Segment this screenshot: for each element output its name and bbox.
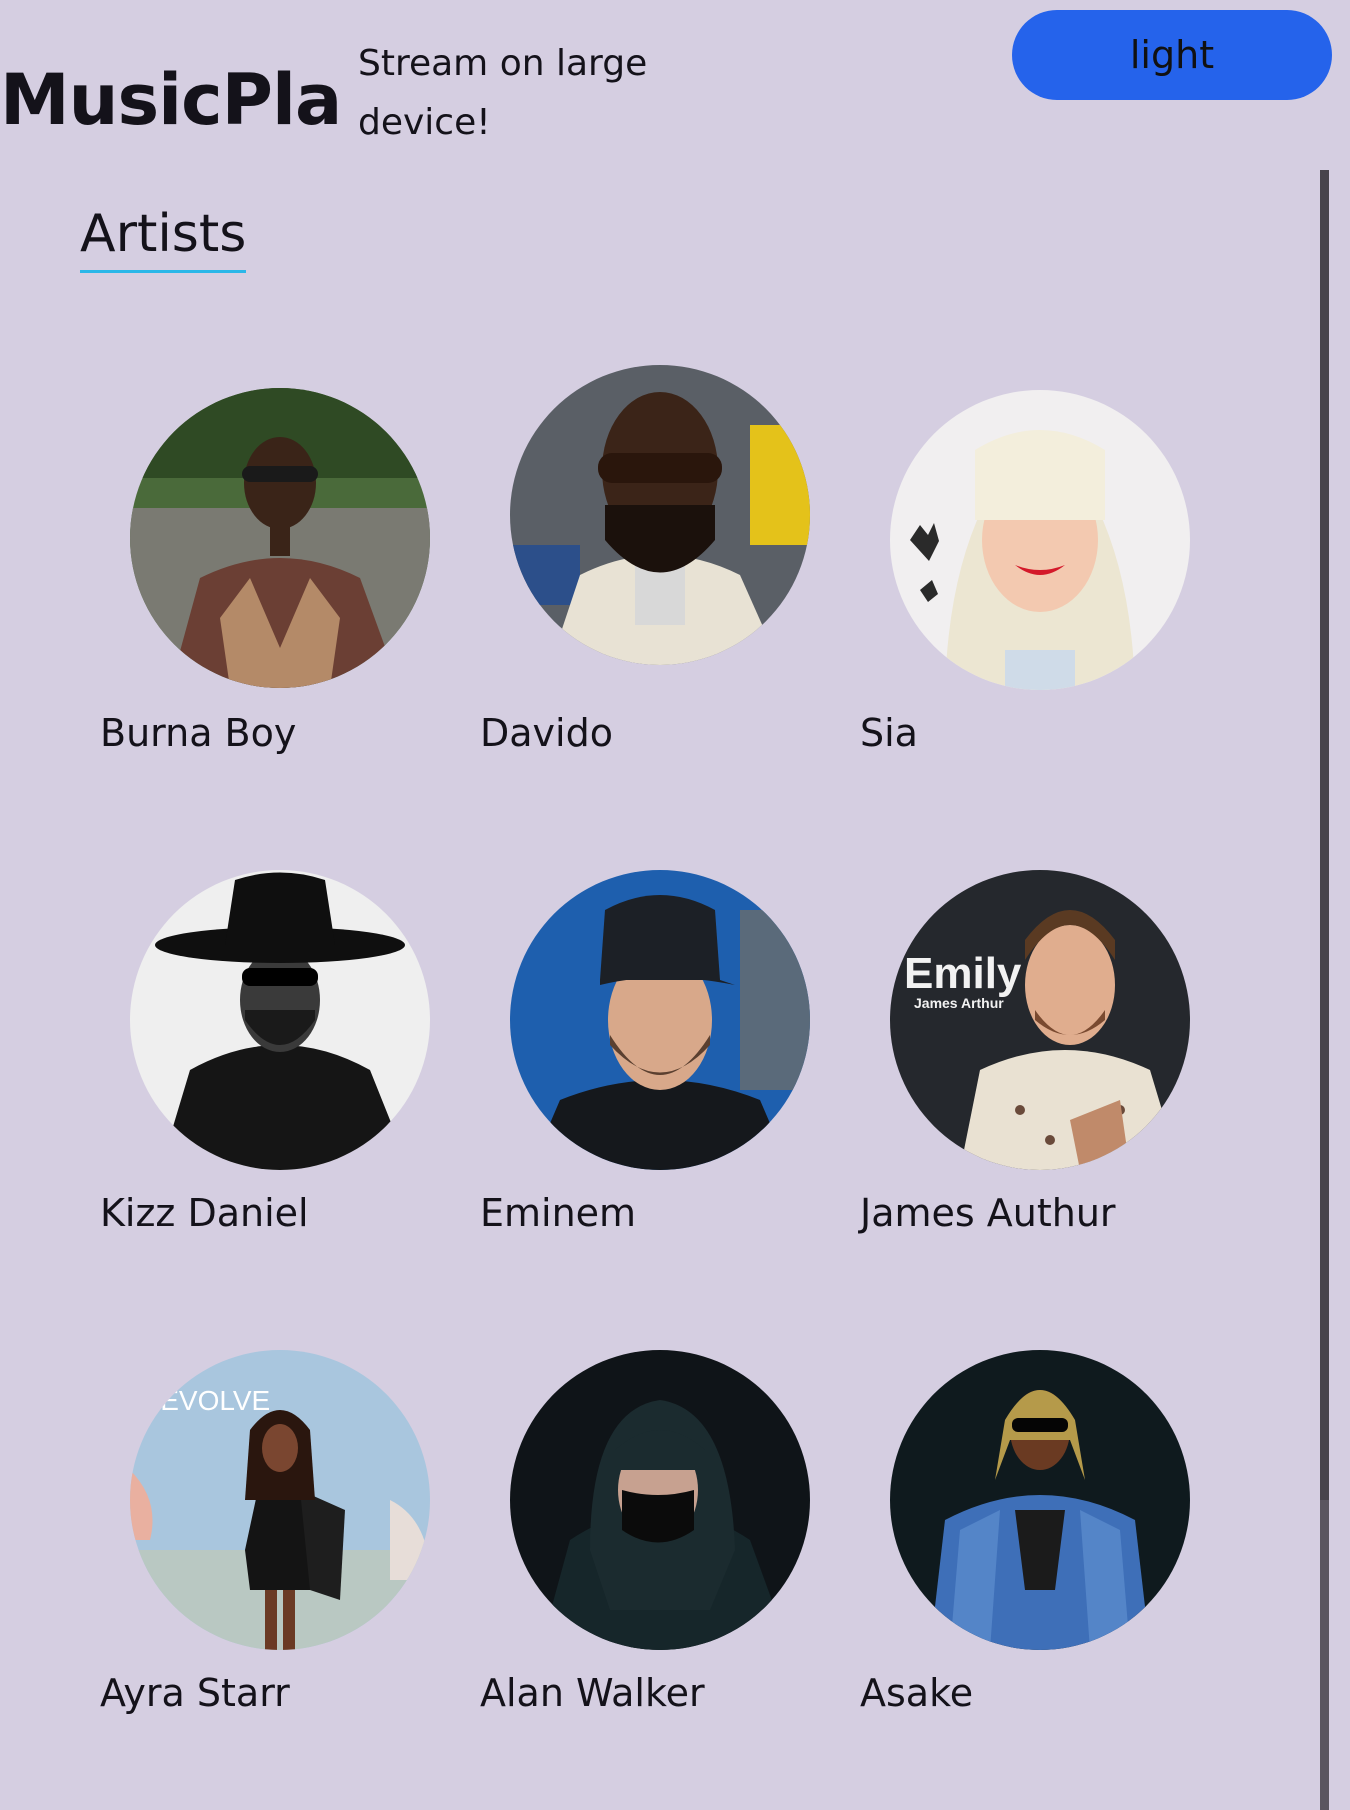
brand-logo-text: MusicPlanet: [0, 59, 338, 141]
photo-background-text: REVOLVE: [140, 1385, 270, 1416]
scrollbar-thumb[interactable]: [1320, 170, 1329, 1500]
artist-card-kizz-daniel[interactable]: Kizz Daniel: [90, 820, 430, 1240]
artist-card-sia[interactable]: Sia: [850, 340, 1190, 760]
artist-photo[interactable]: [510, 870, 810, 1170]
theme-toggle-button[interactable]: light: [1012, 10, 1332, 100]
artist-name[interactable]: Eminem: [480, 1190, 636, 1236]
artist-photo[interactable]: [130, 870, 430, 1170]
artist-card-ayra-starr[interactable]: REVOLVE Ayra Starr: [90, 1300, 430, 1720]
artist-card-james-authur[interactable]: Emily James Arthur James Authur: [850, 820, 1190, 1240]
artist-photo[interactable]: Emily James Arthur: [890, 870, 1190, 1170]
artist-card-davido[interactable]: Davido: [470, 340, 810, 760]
section-title: Artists: [80, 200, 247, 273]
artist-name[interactable]: Asake: [860, 1670, 973, 1716]
artist-name[interactable]: Sia: [860, 710, 918, 756]
artist-photo[interactable]: [890, 390, 1190, 690]
artist-name[interactable]: Davido: [480, 710, 613, 756]
scrollbar[interactable]: [1320, 170, 1329, 1810]
artist-card-asake[interactable]: Asake: [850, 1300, 1190, 1720]
header-tagline: Stream on large device!: [358, 43, 648, 143]
artist-name[interactable]: James Authur: [860, 1190, 1116, 1236]
artist-photo[interactable]: [130, 388, 430, 688]
artist-photo[interactable]: [890, 1350, 1190, 1650]
artist-card-alan-walker[interactable]: Alan Walker: [470, 1300, 810, 1720]
artist-name[interactable]: Ayra Starr: [100, 1670, 290, 1716]
artist-name[interactable]: Kizz Daniel: [100, 1190, 309, 1236]
album-art-title: Emily: [904, 949, 1022, 998]
artist-photo[interactable]: [510, 1350, 810, 1650]
artist-photo[interactable]: [510, 365, 810, 665]
artist-name[interactable]: Alan Walker: [480, 1670, 705, 1716]
artist-name[interactable]: Burna Boy: [100, 710, 296, 756]
artist-card-burna-boy[interactable]: Burna Boy: [90, 340, 430, 760]
artist-card-eminem[interactable]: Eminem: [470, 820, 810, 1240]
artist-photo[interactable]: REVOLVE: [130, 1350, 430, 1650]
album-art-artist: James Arthur: [914, 995, 1004, 1011]
